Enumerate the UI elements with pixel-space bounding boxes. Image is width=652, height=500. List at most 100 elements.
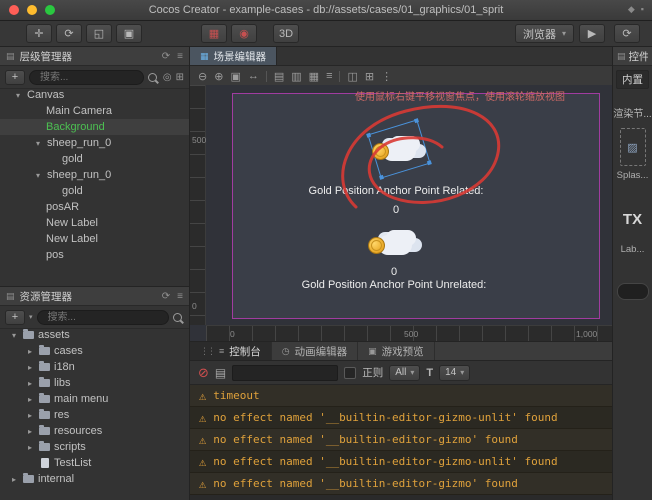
add-asset-button[interactable]: + xyxy=(5,309,25,325)
asset-folder-internal[interactable]: ▸ internal xyxy=(0,471,189,487)
asset-folder-i18n[interactable]: ▸ i18n xyxy=(0,359,189,375)
frame-selection-icon[interactable]: ▣ xyxy=(230,70,240,83)
asset-folder-assets[interactable]: ▾ assets xyxy=(0,327,189,343)
hierarchy-node-gold-2[interactable]: gold xyxy=(0,183,189,199)
chevron-right-icon[interactable]: ▸ xyxy=(12,475,23,484)
chevron-right-icon[interactable]: ▸ xyxy=(28,427,39,436)
font-size-dropdown[interactable]: 14 ▾ xyxy=(439,364,471,381)
tab-console[interactable]: ⋮⋮ ≡ 控制台 xyxy=(190,342,272,360)
asset-folder-main-menu[interactable]: ▸ main menu xyxy=(0,391,189,407)
hierarchy-node-new-label-2[interactable]: New Label xyxy=(0,231,189,247)
ruler-label: 0 xyxy=(192,301,197,311)
clear-console-icon[interactable]: ⊘ xyxy=(198,365,209,381)
refresh-icon[interactable]: ⟳ xyxy=(162,51,170,62)
log-row[interactable]: ⚠ no effect named '__builtin-editor-gizmo… xyxy=(190,407,612,429)
more-icon[interactable]: ⋮ xyxy=(381,70,392,83)
chevron-right-icon[interactable]: ▸ xyxy=(28,379,39,388)
scene-canvas[interactable]: 使用鼠标右键平移视窗焦点，使用滚轮缩放视图 Gold Position Anch… xyxy=(206,85,612,325)
asset-folder-res[interactable]: ▸ res xyxy=(0,407,189,423)
chevron-right-icon[interactable]: ▸ xyxy=(28,443,39,452)
assets-search-input[interactable] xyxy=(45,310,160,324)
tab-builtin[interactable]: 内置 xyxy=(616,70,649,89)
asset-folder-libs[interactable]: ▸ libs xyxy=(0,375,189,391)
minimize-button[interactable] xyxy=(27,5,37,15)
font-size-value: 14 xyxy=(445,367,457,378)
align-stretch-icon[interactable]: ≡ xyxy=(326,70,332,82)
hierarchy-node-main-camera[interactable]: Main Camera xyxy=(0,103,189,119)
asset-file-testlist[interactable]: TestList xyxy=(0,455,189,471)
hierarchy-search-input[interactable] xyxy=(38,70,135,84)
log-level-dropdown[interactable]: All ▾ xyxy=(389,364,421,381)
add-node-button[interactable]: + xyxy=(5,69,25,85)
gold-coin-sprite[interactable] xyxy=(372,143,389,160)
play-button[interactable]: ▶ xyxy=(579,24,605,43)
asset-folder-cases[interactable]: ▸ cases xyxy=(0,343,189,359)
hierarchy-node-posar[interactable]: posAR xyxy=(0,199,189,215)
hierarchy-node-sheep-run-1[interactable]: ▾ sheep_run_0 xyxy=(0,135,189,151)
log-row[interactable]: ⚠ no effect named '__builtin-editor-gizmo… xyxy=(190,451,612,473)
rotate-tool-button[interactable]: ⟳ xyxy=(56,24,82,43)
search-icon[interactable] xyxy=(147,72,157,82)
refresh-button[interactable]: ⟳ xyxy=(614,24,640,43)
browser-dropdown[interactable]: 浏览器 ▾ xyxy=(514,24,574,43)
warning-icon: ⚠ xyxy=(199,388,207,403)
hierarchy-node-sheep-run-2[interactable]: ▾ sheep_run_0 xyxy=(0,167,189,183)
hierarchy-search[interactable] xyxy=(29,69,144,85)
zoom-button[interactable] xyxy=(45,5,55,15)
asset-folder-scripts[interactable]: ▸ scripts xyxy=(0,439,189,455)
log-row[interactable]: ⚠ no effect named '__builtin-editor-gizmo… xyxy=(190,429,612,451)
tab-scene-editor[interactable]: ▦ 场景编辑器 xyxy=(190,47,278,65)
chevron-right-icon[interactable]: ▸ xyxy=(28,363,39,372)
scene-view[interactable]: 500 0 0 500 1,000 使用鼠标右键平移视窗焦点，使用滚轮缩放视图 … xyxy=(190,85,612,341)
align-right-icon[interactable]: ▦ xyxy=(309,70,319,83)
sheep-sprite-node-2[interactable] xyxy=(368,223,420,265)
gold-coin-sprite[interactable] xyxy=(368,237,385,254)
grid-icon[interactable]: ⊞ xyxy=(365,70,374,83)
log-file-icon[interactable]: ▤ xyxy=(215,366,226,380)
hierarchy-node-canvas[interactable]: ▾ Canvas xyxy=(0,87,189,103)
expand-icon[interactable]: ⊞ xyxy=(176,72,184,83)
scale-tool-button[interactable]: ◱ xyxy=(86,24,112,43)
align-center-icon[interactable]: ▥ xyxy=(291,70,301,83)
hierarchy-node-pos[interactable]: pos xyxy=(0,247,189,263)
chevron-down-icon[interactable]: ▾ xyxy=(12,331,23,340)
chevron-right-icon[interactable]: ▸ xyxy=(28,347,39,356)
locate-icon[interactable]: ◎ xyxy=(163,72,172,83)
search-icon[interactable] xyxy=(173,312,182,322)
chevron-right-icon[interactable]: ▸ xyxy=(28,411,39,420)
zoom-out-icon[interactable]: ⊖ xyxy=(198,70,207,83)
3d-mode-button[interactable]: 3D xyxy=(273,24,300,43)
refresh-icon[interactable]: ⟳ xyxy=(162,291,170,302)
chevron-down-icon[interactable]: ▾ xyxy=(36,171,47,180)
zoom-in-icon[interactable]: ⊕ xyxy=(214,70,223,83)
assets-search[interactable] xyxy=(36,309,169,325)
library-item-richtext[interactable]: TX xyxy=(613,211,652,228)
log-row[interactable]: ⚠ timeout xyxy=(190,385,612,407)
distribute-icon[interactable]: ◫ xyxy=(347,70,357,83)
menu-icon[interactable]: ≡ xyxy=(177,291,183,302)
record-button[interactable]: ◉ xyxy=(231,24,257,43)
scene-color-button[interactable]: ▦ xyxy=(201,24,227,43)
asset-folder-resources[interactable]: ▸ resources xyxy=(0,423,189,439)
file-icon xyxy=(41,458,49,468)
chevron-down-icon[interactable]: ▾ xyxy=(29,313,33,321)
tab-game-preview[interactable]: ▣ 游戏预览 xyxy=(358,342,435,360)
hierarchy-node-new-label-1[interactable]: New Label xyxy=(0,215,189,231)
reset-view-icon[interactable]: ↔ xyxy=(248,70,259,82)
rect-tool-button[interactable]: ▣ xyxy=(116,24,142,43)
menu-icon[interactable]: ≡ xyxy=(177,51,183,62)
hierarchy-node-gold-1[interactable]: gold xyxy=(0,151,189,167)
hierarchy-node-background[interactable]: Background xyxy=(0,119,189,135)
chevron-down-icon[interactable]: ▾ xyxy=(36,139,47,148)
console-filter-input[interactable] xyxy=(232,364,339,381)
regex-checkbox[interactable] xyxy=(344,366,357,379)
chevron-down-icon[interactable]: ▾ xyxy=(16,91,27,100)
align-left-icon[interactable]: ▤ xyxy=(274,70,284,83)
close-button[interactable] xyxy=(9,5,19,15)
move-tool-button[interactable]: ✛ xyxy=(26,24,52,43)
library-item-sprite[interactable]: ▨ xyxy=(619,128,646,166)
sheep-sprite-node-1[interactable] xyxy=(366,118,432,180)
tab-animation-editor[interactable]: ◷ 动画编辑器 xyxy=(272,342,359,360)
log-row[interactable]: ⚠ no effect named '__builtin-editor-gizmo… xyxy=(190,473,612,495)
chevron-right-icon[interactable]: ▸ xyxy=(28,395,39,404)
